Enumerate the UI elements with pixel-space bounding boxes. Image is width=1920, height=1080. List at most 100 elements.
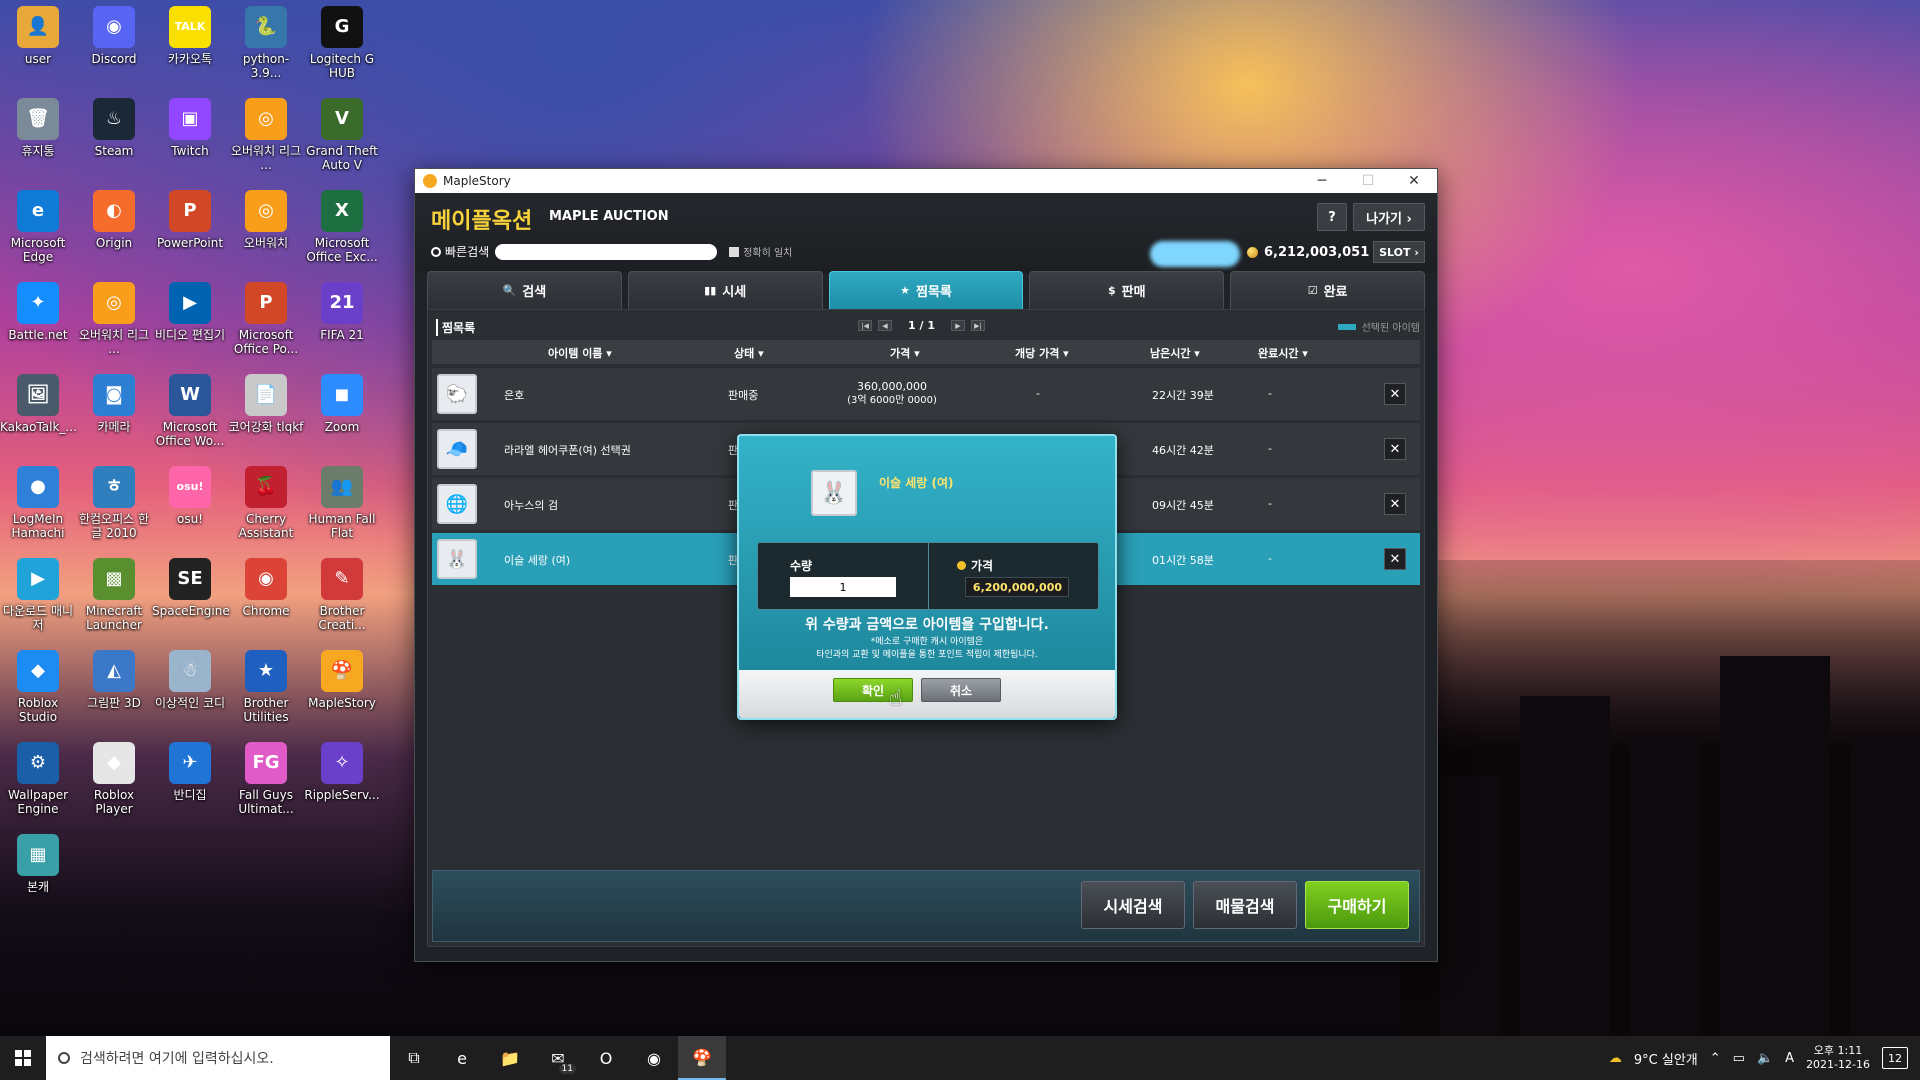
desktop-icon[interactable]: 🐍 python-3.9... (228, 6, 304, 80)
desktop-icon[interactable]: FG Fall Guys Ultimat... (228, 742, 304, 816)
start-button[interactable] (0, 1050, 46, 1066)
desktop-icon[interactable]: ▣ Twitch (152, 98, 228, 158)
col-status[interactable]: 상태 ▾ (734, 345, 764, 361)
table-row[interactable]: 🐑 은호 판매중 360,000,000 (3억 6000만 0000) - 22시간 39… (432, 368, 1420, 420)
desktop-icon[interactable]: ♨ Steam (76, 98, 152, 158)
weather-text[interactable]: 9°C 실안개 (1634, 1049, 1698, 1068)
col-name[interactable]: 아이템 이름 ▾ (548, 345, 612, 361)
desktop-icon[interactable]: ⚙ Wallpaper Engine (0, 742, 76, 816)
cancel-button[interactable]: 취소 (921, 678, 1001, 702)
col-unit-price[interactable]: 개당 가격 ▾ (1015, 345, 1069, 361)
quantity-input[interactable] (790, 577, 896, 597)
last-page-button[interactable]: ▶| (970, 320, 985, 331)
ime-indicator[interactable]: A (1785, 1051, 1794, 1066)
desktop-icon[interactable]: ▶ 비디오 편집기 (152, 282, 228, 342)
desktop-icon[interactable]: ◎ 오버워치 리그 ... (76, 282, 152, 356)
desktop-icon[interactable]: W Microsoft Office Wo... (152, 374, 228, 448)
buy-button[interactable]: 구매하기 (1305, 881, 1409, 929)
network-icon[interactable]: ▭ (1733, 1051, 1745, 1066)
desktop-icon[interactable]: P Microsoft Office Po... (228, 282, 304, 356)
desktop-icon[interactable]: 👥 Human Fall Flat (304, 466, 380, 540)
remove-item-button[interactable]: ✕ (1384, 493, 1406, 515)
desktop-icon[interactable]: ◉ Chrome (228, 558, 304, 618)
desktop-icon-label: python-3.9... (242, 52, 290, 80)
item-search-button[interactable]: 매물검색 (1193, 881, 1297, 929)
desktop-icon[interactable]: ✈ 반디집 (152, 742, 228, 802)
col-remaining[interactable]: 남은시간 ▾ (1150, 345, 1200, 361)
desktop-icon[interactable]: P PowerPoint (152, 190, 228, 250)
desktop-icon[interactable]: 21 FIFA 21 (304, 282, 380, 342)
desktop-icon[interactable]: ✎ Brother Creati... (304, 558, 380, 632)
tab-4[interactable]: ☑ 완료 (1230, 271, 1425, 309)
window-titlebar[interactable]: MapleStory ─ ☐ ✕ (415, 169, 1437, 193)
tab-1[interactable]: ▮▮ 시세 (627, 271, 823, 309)
remove-item-button[interactable]: ✕ (1384, 438, 1406, 460)
exit-button[interactable]: 나가기 › (1353, 203, 1425, 231)
desktop-icon[interactable]: ◎ 오버워치 리그 ... (228, 98, 304, 172)
slot-button[interactable]: SLOT › (1373, 241, 1425, 263)
desktop-icon[interactable]: ◆ Roblox Studio (0, 650, 76, 724)
taskbar-app-explorer[interactable]: 📁 (486, 1036, 534, 1080)
maximize-button[interactable]: ☐ (1345, 169, 1391, 193)
price-search-button[interactable]: 시세검색 (1081, 881, 1185, 929)
close-button[interactable]: ✕ (1391, 169, 1437, 193)
desktop-icon-label: Battle.net (8, 328, 68, 342)
desktop-icon[interactable]: 🗑 휴지통 (0, 98, 76, 158)
desktop-icon[interactable]: ▩ Minecraft Launcher (76, 558, 152, 632)
taskbar-app-edge[interactable]: e (438, 1036, 486, 1080)
desktop-icon[interactable]: ◐ Origin (76, 190, 152, 250)
desktop-icon[interactable]: ◙ 카메라 (76, 374, 152, 434)
desktop-icon[interactable]: ◭ 그림판 3D (76, 650, 152, 710)
desktop-icon[interactable]: SE SpaceEngine (152, 558, 230, 618)
desktop-icon[interactable]: osu! osu! (152, 466, 228, 526)
col-completed[interactable]: 완료시간 ▾ (1258, 345, 1308, 361)
remove-item-button[interactable]: ✕ (1384, 383, 1406, 405)
desktop-icon[interactable]: 👤 user (0, 6, 76, 66)
desktop-icon[interactable]: ✧ RippleServ... (304, 742, 380, 802)
chevron-up-icon[interactable]: ⌃ (1710, 1051, 1721, 1066)
item-unit-price: - (1036, 387, 1040, 400)
desktop-icon[interactable]: G Logitech G HUB (304, 6, 380, 80)
next-page-button[interactable]: ▶ (950, 320, 965, 331)
taskbar-app-task-view[interactable]: ⧉ (390, 1036, 438, 1080)
clock[interactable]: 오후 1:11 2021-12-16 (1806, 1044, 1870, 1072)
col-price[interactable]: 가격 ▾ (890, 345, 920, 361)
desktop-icon[interactable]: ✦ Battle.net (0, 282, 76, 342)
desktop-icon[interactable]: 🍄 MapleStory (304, 650, 380, 710)
desktop-icon[interactable]: ◎ 오버워치 (228, 190, 304, 250)
tab-3[interactable]: $ 판매 (1029, 271, 1225, 309)
desktop-icon[interactable]: ▶ 다운로드 매니저 (0, 558, 76, 632)
tab-0[interactable]: 🔍 검색 (427, 271, 622, 309)
desktop-icon[interactable]: e Microsoft Edge (0, 190, 76, 264)
exact-match-checkbox[interactable] (729, 246, 740, 257)
taskbar-app-office[interactable]: O (582, 1036, 630, 1080)
desktop-icon[interactable]: 🍒 Cherry Assistant (228, 466, 304, 540)
desktop-icon[interactable]: X Microsoft Office Exc... (304, 190, 380, 264)
desktop-icon[interactable]: ◉ Discord (76, 6, 152, 66)
desktop-icon[interactable]: TALK 카카오톡 (152, 6, 228, 66)
desktop-icon[interactable]: ● LogMeIn Hamachi (0, 466, 76, 540)
remove-item-button[interactable]: ✕ (1384, 548, 1406, 570)
taskbar-app-maplestory[interactable]: 🍄 (678, 1036, 726, 1080)
taskbar-app-mail[interactable]: ✉ 11 (534, 1036, 582, 1080)
taskbar-app-app-circle[interactable]: ◉ (630, 1036, 678, 1080)
prev-page-button[interactable]: ◀ (878, 320, 892, 331)
desktop-icon[interactable]: ☃ 이상적인 코디 (152, 650, 228, 710)
desktop-icon[interactable]: ◼ Zoom (304, 374, 380, 434)
desktop-icon[interactable]: ◆ Roblox Player (76, 742, 152, 816)
first-page-button[interactable]: |◀ (858, 320, 872, 331)
minimize-button[interactable]: ─ (1299, 169, 1345, 193)
desktop-icon[interactable]: V Grand Theft Auto V (304, 98, 380, 172)
taskbar-search[interactable]: 검색하려면 여기에 입력하십시오. (46, 1036, 390, 1080)
desktop-icon-label: 오버워치 (243, 236, 289, 250)
desktop-icon[interactable]: ㅎ 한컴오피스 한글 2010 (76, 466, 152, 540)
notification-center-button[interactable]: 12 (1882, 1047, 1908, 1069)
desktop-icon[interactable]: 📄 코어강화 tlqkf (228, 374, 304, 434)
desktop-icon[interactable]: 🖼 KakaoTalk_... (0, 374, 77, 434)
tab-2[interactable]: ★ 찜목록 (828, 271, 1024, 309)
quick-search-input[interactable] (495, 243, 718, 260)
volume-icon[interactable]: 🔈 (1757, 1051, 1773, 1066)
desktop-icon[interactable]: ★ Brother Utilities (228, 650, 304, 724)
help-button[interactable]: ? (1317, 203, 1347, 231)
desktop-icon[interactable]: ▦ 본캐 (0, 834, 76, 894)
